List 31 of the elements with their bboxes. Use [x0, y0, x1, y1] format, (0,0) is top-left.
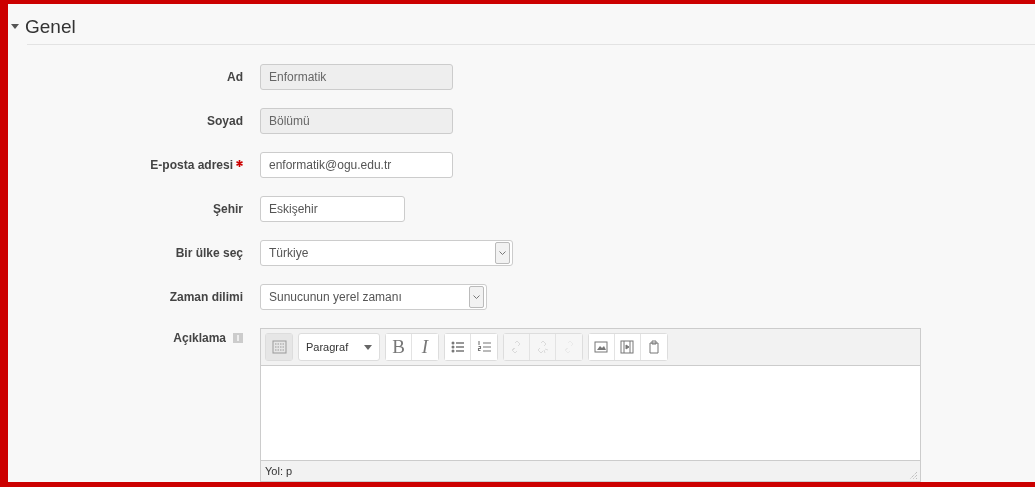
resize-grip-icon: [909, 471, 918, 480]
format-dropdown[interactable]: Paragraf: [298, 333, 380, 361]
field-label: Açıklama: [173, 331, 226, 345]
toggle-button[interactable]: [266, 334, 292, 360]
timezone-select[interactable]: Sunucunun yerel zamanı: [260, 284, 487, 310]
numbered-list-icon: [476, 340, 492, 354]
field-label: E-posta adresi: [150, 158, 233, 172]
section-toggle[interactable]: Genel: [8, 16, 76, 44]
field-label: Zaman dilimi: [169, 290, 243, 304]
caret-icon: [364, 344, 372, 350]
broken-link-icon: [535, 340, 550, 354]
caret-icon: [11, 24, 19, 30]
field-label: Şehir: [213, 202, 243, 216]
clipboard-icon: [646, 340, 662, 354]
grid-icon: [271, 340, 287, 354]
bold-button[interactable]: B: [386, 334, 412, 360]
image-button[interactable]: [589, 334, 615, 360]
image-icon: [594, 340, 609, 354]
chevron-down-icon: [473, 294, 480, 300]
country-select[interactable]: Türkiye: [260, 240, 513, 266]
section-title: Genel: [25, 16, 76, 38]
chevron-down-icon: [499, 250, 506, 256]
bullets-button[interactable]: [445, 334, 471, 360]
film-icon: [620, 340, 635, 354]
field-label: Bir ülke seç: [175, 246, 243, 260]
text-field[interactable]: enformatik@ogu.edu.tr: [260, 152, 453, 178]
text-field[interactable]: Eskişehir: [260, 196, 405, 222]
field-label: Ad: [227, 70, 243, 84]
element-path: Yol: p: [265, 464, 293, 477]
field-label: Soyad: [207, 114, 243, 128]
bullet-list-icon: [450, 340, 465, 354]
